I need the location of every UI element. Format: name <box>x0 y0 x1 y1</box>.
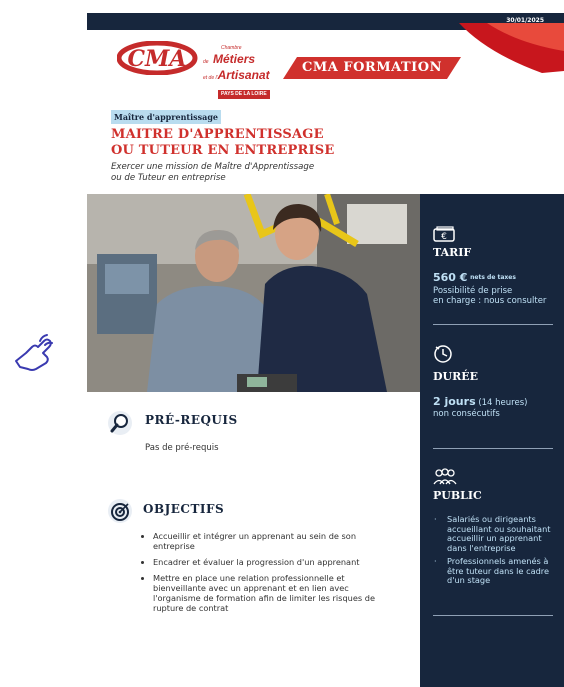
course-sheet: 30/01/2025 CMA Chambre de Métiers et de … <box>87 13 564 687</box>
svg-text:€: € <box>441 232 447 242</box>
subtitle-line2: ou de Tuteur en entreprise <box>111 173 226 183</box>
public-list: Salariés ou dirigeants accueillant ou so… <box>433 514 552 590</box>
list-item: Encadrer et évaluer la progression d'un … <box>153 557 393 567</box>
objectifs-heading: OBJECTIFS <box>143 502 225 516</box>
tarif-line2: en charge : nous consulter <box>433 296 547 306</box>
logo-mark-text: CMA <box>128 46 187 72</box>
cma-formation-banner: CMA FORMATION <box>302 60 442 75</box>
course-title-line1: MAITRE D'APPRENTISSAGE <box>111 127 324 142</box>
subtitle-line1: Exercer une mission de Maître d'Apprenti… <box>111 162 315 172</box>
divider <box>433 615 553 616</box>
category-tag: Maître d'apprentissage <box>111 110 222 124</box>
logo-line3-prefix: et de l' <box>203 75 218 81</box>
clock-icon <box>434 345 452 363</box>
course-title: MAITRE D'APPRENTISSAGE OU TUTEUR EN ENTR… <box>111 127 335 159</box>
divider <box>433 448 553 449</box>
logo-line2-prefix: de <box>203 59 209 65</box>
tarif-price-note: nets de taxes <box>470 274 516 281</box>
workshop-photo <box>87 194 420 392</box>
tarif-price-row: 560 € nets de taxes <box>433 271 516 284</box>
pointer-hand-icon[interactable] <box>12 333 58 373</box>
objectifs-list: Accueillir et intégrer un apprenant au s… <box>139 531 393 619</box>
people-icon <box>433 468 457 485</box>
magnifier-icon <box>108 411 132 435</box>
duree-heading: DURÉE <box>433 370 479 383</box>
list-item: Accueillir et intégrer un apprenant au s… <box>153 531 393 551</box>
duree-value-note: (14 heures) <box>478 398 528 408</box>
divider <box>433 324 553 325</box>
info-sidebar: € TARIF 560 € nets de taxes Possibilité … <box>420 194 564 687</box>
euro-bill-icon: € <box>433 226 455 242</box>
tarif-heading: TARIF <box>433 246 472 259</box>
prerequis-heading: PRÉ-REQUIS <box>145 413 238 427</box>
course-subtitle: Exercer une mission de Maître d'Apprenti… <box>111 162 314 184</box>
cma-logo-mark: CMA <box>117 41 198 75</box>
tarif-line1: Possibilité de prise <box>433 286 513 296</box>
duree-line1: non consécutifs <box>433 409 500 419</box>
target-icon <box>108 499 132 523</box>
cma-logo-text: Chambre de Métiers et de l'Artisanat PAY… <box>203 46 270 99</box>
list-item: Mettre en place une relation professionn… <box>153 573 393 613</box>
course-title-line2: OU TUTEUR EN ENTREPRISE <box>111 143 335 158</box>
list-item: Professionnels amenés à être tuteur dans… <box>434 556 552 586</box>
public-heading: PUBLIC <box>433 489 482 502</box>
tarif-price: 560 € <box>433 271 468 284</box>
duree-value-row: 2 jours (14 heures) <box>433 395 528 408</box>
prerequis-text: Pas de pré-requis <box>145 443 219 453</box>
list-item: Salariés ou dirigeants accueillant ou so… <box>434 514 552 553</box>
logo-region: PAYS DE LA LOIRE <box>218 90 270 99</box>
duree-value: 2 jours <box>433 395 476 408</box>
logo-line2: Métiers <box>213 52 256 66</box>
logo-line3: Artisanat <box>217 68 270 82</box>
